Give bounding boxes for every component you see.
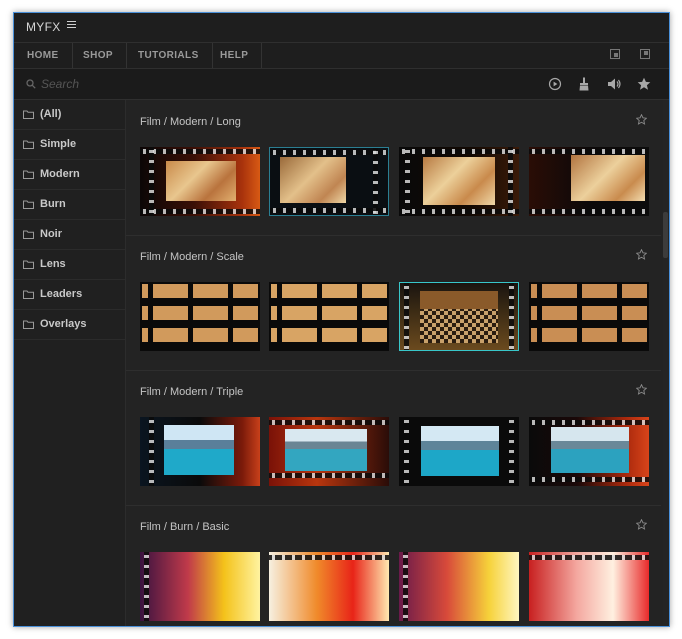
effect-thumbnail[interactable] — [399, 552, 519, 621]
effect-thumbnail[interactable] — [269, 282, 389, 351]
sidebar-item-label: Lens — [40, 258, 66, 270]
folder-icon — [23, 110, 34, 119]
brush-icon[interactable] — [577, 77, 591, 91]
favorite-star-icon[interactable] — [636, 384, 647, 395]
star-icon[interactable] — [637, 77, 651, 91]
play-icon[interactable] — [548, 77, 562, 91]
folder-icon — [23, 170, 34, 179]
favorite-star-icon[interactable] — [636, 249, 647, 260]
folder-icon — [23, 260, 34, 269]
sidebar-item-label: Modern — [40, 168, 80, 180]
section-title: Film / Modern / Long — [140, 116, 241, 128]
section-title: Film / Burn / Basic — [140, 521, 230, 533]
effect-thumbnail[interactable] — [140, 552, 260, 621]
volume-icon[interactable] — [607, 77, 621, 91]
sidebar-item-label: Leaders — [40, 288, 83, 300]
effect-thumbnail[interactable] — [529, 147, 649, 216]
nav-tutorials[interactable]: TUTORIALS — [125, 43, 213, 68]
top-nav: HOME SHOP TUTORIALS HELP — [14, 43, 669, 69]
effect-thumbnail[interactable] — [269, 417, 389, 486]
folder-icon — [23, 140, 34, 149]
folder-icon — [23, 200, 34, 209]
sidebar-item-all[interactable]: (All) — [14, 100, 125, 130]
effects-browser: Film / Modern / Long Film / Modern / Sca… — [126, 100, 669, 626]
sidebar-item-label: Simple — [40, 138, 77, 150]
sidebar-item-label: Noir — [40, 228, 62, 240]
search-input[interactable] — [41, 76, 341, 92]
effect-section: Film / Modern / Long — [126, 100, 661, 236]
effect-thumbnail[interactable] — [140, 147, 260, 216]
sidebar-item-label: Burn — [40, 198, 66, 210]
section-title: Film / Modern / Triple — [140, 386, 244, 398]
sidebar-item-label: (All) — [40, 108, 62, 120]
folder-icon — [23, 230, 34, 239]
effect-thumbnail[interactable] — [529, 282, 649, 351]
effect-section: Film / Burn / Basic — [126, 505, 661, 626]
hamburger-menu-icon[interactable] — [67, 21, 76, 29]
section-title: Film / Modern / Scale — [140, 251, 244, 263]
favorite-star-icon[interactable] — [636, 114, 647, 125]
effect-thumbnail[interactable] — [399, 417, 519, 486]
minimize-window-icon[interactable] — [610, 49, 620, 59]
category-sidebar: (All) Simple Modern Burn Noir Lens Leade… — [14, 100, 126, 626]
effect-thumbnail[interactable] — [529, 417, 649, 486]
folder-icon — [23, 290, 34, 299]
effect-thumbnail[interactable] — [269, 147, 389, 216]
sidebar-item-burn[interactable]: Burn — [14, 190, 125, 220]
effect-thumbnail[interactable] — [140, 417, 260, 486]
sidebar-item-lens[interactable]: Lens — [14, 250, 125, 280]
title-bar: MYFX — [14, 13, 669, 43]
nav-home[interactable]: HOME — [14, 43, 73, 68]
search-bar — [14, 69, 669, 100]
scrollbar-track[interactable] — [663, 100, 668, 626]
app-window: MYFX HOME SHOP TUTORIALS HELP Search (Al… — [13, 12, 670, 627]
effect-thumbnail[interactable] — [529, 552, 649, 621]
sidebar-item-noir[interactable]: Noir — [14, 220, 125, 250]
effect-thumbnail[interactable] — [140, 282, 260, 351]
sidebar-item-modern[interactable]: Modern — [14, 160, 125, 190]
sidebar-item-overlays[interactable]: Overlays — [14, 310, 125, 340]
effect-thumbnail[interactable] — [399, 147, 519, 216]
sidebar-item-label: Overlays — [40, 318, 87, 330]
effect-thumbnail[interactable] — [269, 552, 389, 621]
search-icon — [26, 79, 36, 89]
app-title: MYFX — [26, 20, 61, 34]
effect-section: Film / Modern / Scale — [126, 235, 661, 371]
favorite-star-icon[interactable] — [636, 519, 647, 530]
folder-icon — [23, 320, 34, 329]
nav-shop[interactable]: SHOP — [70, 43, 127, 68]
sidebar-item-leaders[interactable]: Leaders — [14, 280, 125, 310]
nav-help[interactable]: HELP — [207, 43, 263, 68]
popout-window-icon[interactable] — [640, 49, 650, 59]
effect-thumbnail-selected[interactable] — [399, 282, 519, 351]
effect-section: Film / Modern / Triple — [126, 370, 661, 506]
scrollbar-thumb[interactable] — [663, 212, 668, 258]
sidebar-item-simple[interactable]: Simple — [14, 130, 125, 160]
